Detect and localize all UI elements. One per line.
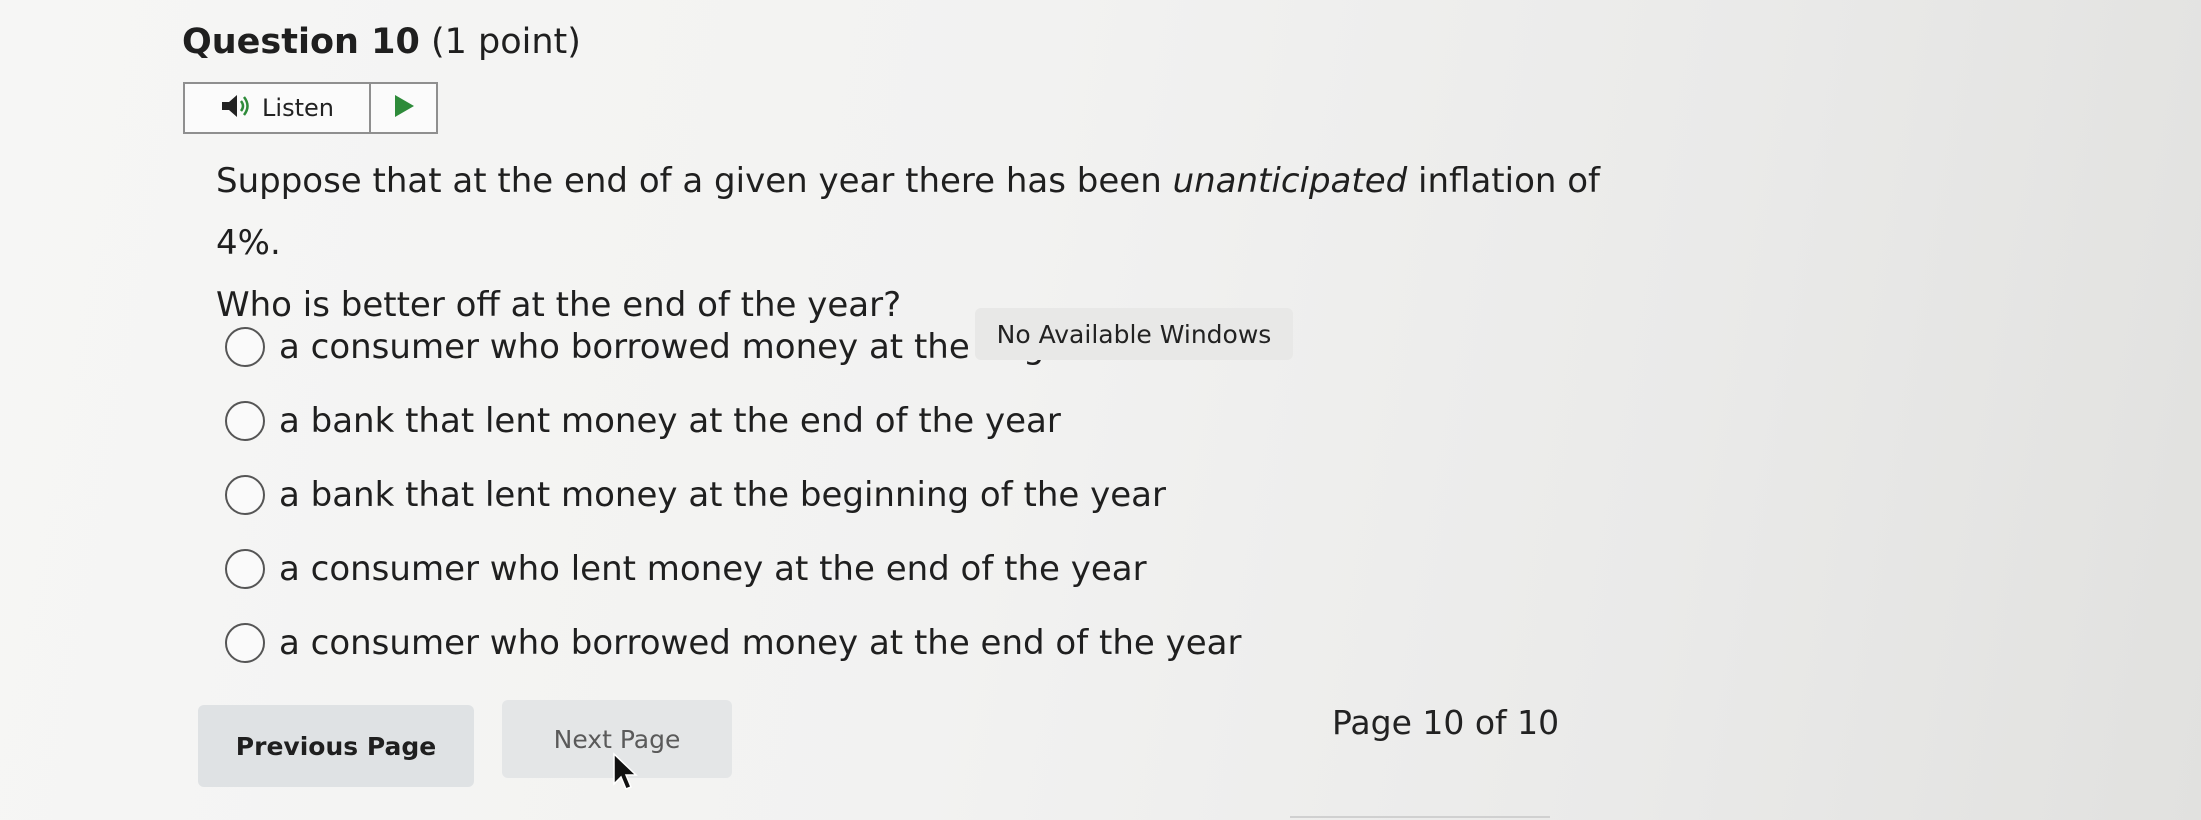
answer-options: a consumer who borrowed money at the beg… (225, 310, 1241, 680)
prompt-emphasis: unanticipated (1172, 161, 1408, 201)
previous-page-button[interactable]: Previous Page (198, 705, 474, 787)
speaker-icon (220, 92, 254, 124)
question-prompt: Suppose that at the end of a given year … (216, 150, 1616, 336)
option-label: a consumer who lent money at the end of … (279, 549, 1147, 589)
option-label: a bank that lent money at the beginning … (279, 475, 1166, 515)
option-label: a bank that lent money at the end of the… (279, 401, 1061, 441)
play-button[interactable] (371, 84, 436, 132)
question-points: (1 point) (430, 22, 581, 62)
page-indicator: Page 10 of 10 (1332, 703, 1560, 742)
option-label: a consumer who borrowed money at the beg (279, 327, 1045, 367)
answer-option[interactable]: a bank that lent money at the beginning … (225, 458, 1241, 532)
question-title: Question 10 (1 point) (182, 22, 581, 62)
listen-label: Listen (262, 94, 334, 122)
option-label: a consumer who borrowed money at the end… (279, 623, 1242, 663)
listen-widget: Listen (183, 82, 438, 134)
no-windows-tooltip: No Available Windows (975, 308, 1293, 360)
question-number: Question 10 (182, 22, 420, 62)
divider (1290, 816, 1550, 818)
mouse-cursor-icon (612, 752, 640, 796)
radio-button[interactable] (225, 549, 265, 589)
prompt-line-1: Suppose that at the end of a given year … (216, 161, 1600, 263)
listen-button[interactable]: Listen (185, 84, 371, 132)
answer-option[interactable]: a consumer who borrowed money at the end… (225, 606, 1241, 680)
answer-option[interactable]: a consumer who lent money at the end of … (225, 532, 1241, 606)
answer-option[interactable]: a bank that lent money at the end of the… (225, 384, 1241, 458)
radio-button[interactable] (225, 623, 265, 663)
play-icon (392, 93, 416, 123)
radio-button[interactable] (225, 327, 265, 367)
radio-button[interactable] (225, 475, 265, 515)
radio-button[interactable] (225, 401, 265, 441)
